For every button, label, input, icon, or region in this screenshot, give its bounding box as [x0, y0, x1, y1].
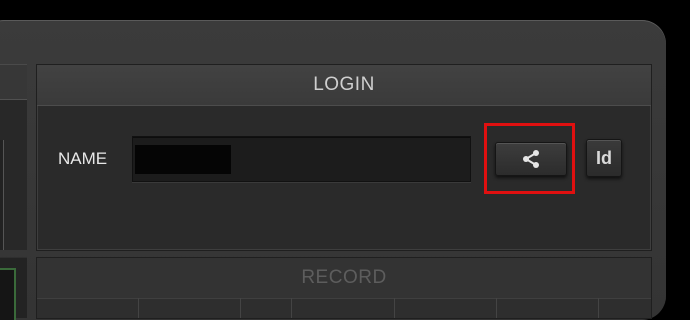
login-header: LOGIN — [37, 65, 651, 106]
left-bottom-meter — [0, 268, 16, 320]
left-bottom-panel — [0, 257, 27, 320]
name-input[interactable] — [132, 136, 471, 182]
share-button[interactable] — [495, 142, 567, 176]
record-column-divider — [240, 298, 241, 318]
left-panel — [0, 64, 27, 250]
record-column-divider — [394, 298, 395, 318]
login-panel: LOGIN NAME Id — [36, 64, 652, 251]
record-columns — [37, 298, 651, 318]
share-icon — [523, 150, 539, 168]
name-value-redacted — [135, 145, 231, 174]
id-button[interactable]: Id — [586, 139, 622, 177]
record-column-divider — [138, 298, 139, 318]
left-panel-control — [0, 140, 4, 250]
record-panel: RECORD — [36, 257, 652, 319]
left-panel-header — [0, 65, 27, 100]
record-column-divider — [598, 298, 599, 318]
record-column-divider — [496, 298, 497, 318]
record-column-divider — [291, 298, 292, 318]
name-label: NAME — [58, 149, 108, 168]
record-header: RECORD — [37, 258, 651, 299]
